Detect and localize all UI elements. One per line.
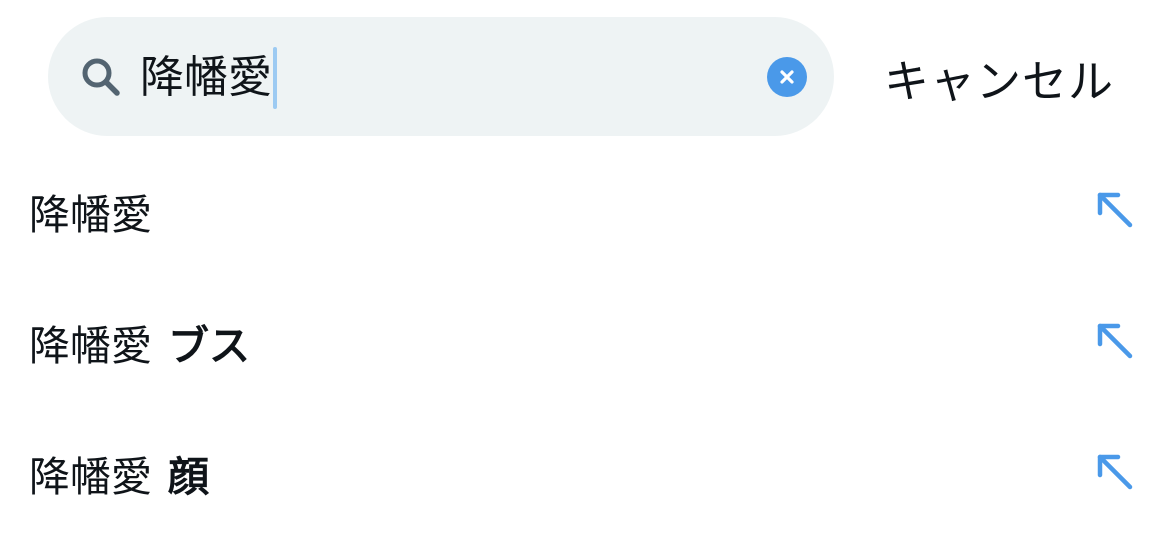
search-query-text: 降幡愛 xyxy=(140,52,272,103)
suggestion-label: 降幡愛 xyxy=(29,183,152,239)
suggestion-label: 降幡愛 ブス xyxy=(29,314,250,370)
suggestion-extra-text: ブス xyxy=(168,322,250,370)
arrow-up-left-icon[interactable] xyxy=(1094,189,1136,231)
clear-x-icon xyxy=(780,70,794,84)
suggestion-item[interactable]: 降幡愛顔 xyxy=(0,423,1170,523)
suggestion-base-text: 降幡愛 xyxy=(29,453,152,501)
suggestion-base-text: 降幡愛 xyxy=(29,191,152,239)
suggestion-item[interactable]: 降幡愛 xyxy=(0,161,1170,261)
clear-search-button[interactable] xyxy=(767,57,807,97)
cancel-button[interactable]: キャンセル xyxy=(884,44,1114,110)
search-input[interactable]: 降幡愛 xyxy=(140,47,277,109)
search-screen: 降幡愛 キャンセル 降幡愛 降幡愛 ブス 降幡愛顔 xyxy=(0,0,1170,547)
arrow-up-left-icon[interactable] xyxy=(1094,451,1136,493)
suggestion-item[interactable]: 降幡愛 ブス xyxy=(0,292,1170,392)
search-icon xyxy=(82,58,120,96)
suggestion-extra-text: 顔 xyxy=(168,453,209,501)
text-caret xyxy=(273,47,277,109)
suggestion-base-text: 降幡愛 xyxy=(29,322,152,370)
arrow-up-left-icon[interactable] xyxy=(1094,320,1136,362)
suggestion-label: 降幡愛顔 xyxy=(29,445,209,501)
